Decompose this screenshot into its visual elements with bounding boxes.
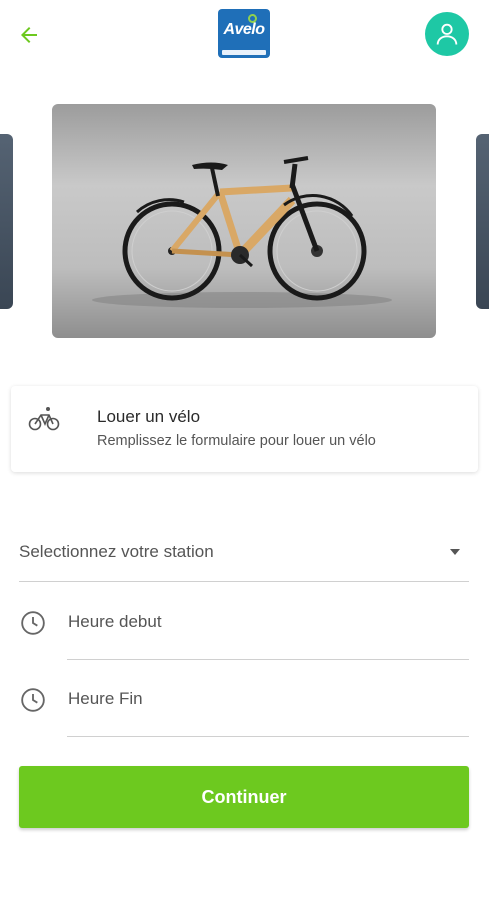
station-select[interactable]: Selectionnez votre station [19, 530, 469, 582]
arrow-left-icon [21, 27, 37, 43]
bike-carousel[interactable] [0, 100, 489, 345]
chevron-down-icon [450, 549, 460, 555]
start-time-row: Heure debut [19, 600, 469, 660]
start-time-input[interactable]: Heure debut [67, 600, 469, 660]
end-time-input[interactable]: Heure Fin [67, 677, 469, 737]
rent-bike-card: Louer un vélo Remplissez le formulaire p… [11, 386, 478, 472]
app-logo: Avelo [218, 9, 270, 58]
rent-card-subtitle: Remplissez le formulaire pour louer un v… [97, 433, 376, 449]
clock-icon [21, 688, 45, 712]
end-time-placeholder: Heure Fin [68, 689, 143, 708]
continue-button[interactable]: Continuer [19, 766, 469, 828]
end-time-row: Heure Fin [19, 677, 469, 737]
back-button[interactable] [14, 20, 44, 50]
app-header: Avelo [0, 0, 489, 70]
carousel-next-slide[interactable] [476, 134, 489, 309]
start-time-placeholder: Heure debut [68, 612, 162, 631]
bicycle-illustration [92, 156, 392, 308]
profile-button[interactable] [425, 12, 469, 56]
logo-tagline-strip [222, 50, 266, 55]
rent-card-title: Louer un vélo [97, 407, 201, 426]
clock-icon [21, 611, 45, 635]
bike-photo [52, 104, 436, 338]
station-select-placeholder: Selectionnez votre station [19, 542, 214, 561]
bicycle-icon [28, 407, 60, 431]
user-icon [436, 23, 458, 45]
carousel-prev-slide[interactable] [0, 134, 13, 309]
logo-text: Avelo [223, 21, 265, 38]
